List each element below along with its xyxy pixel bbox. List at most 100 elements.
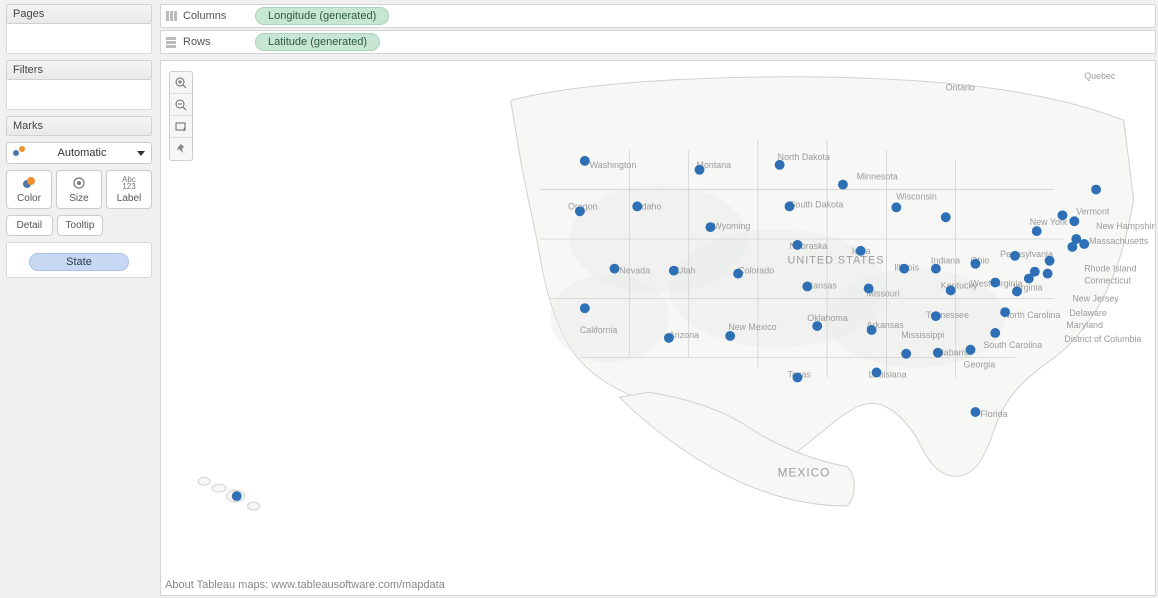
state-pill[interactable]: State	[29, 253, 129, 271]
data-point[interactable]	[946, 285, 956, 295]
data-point[interactable]	[725, 331, 735, 341]
data-point[interactable]	[891, 202, 901, 212]
map-label: New Hampshire	[1096, 221, 1155, 231]
data-point[interactable]	[610, 264, 620, 274]
data-point[interactable]	[990, 328, 1000, 338]
filters-body[interactable]	[6, 80, 152, 110]
map-label: Massachusetts	[1089, 236, 1149, 246]
columns-shelf[interactable]: Columns Longitude (generated)	[160, 4, 1156, 28]
map-attribution[interactable]: About Tableau maps: www.tableausoftware.…	[165, 579, 445, 591]
columns-icon	[165, 10, 177, 22]
data-point[interactable]	[733, 269, 743, 279]
marks-type-label: Automatic	[58, 147, 107, 159]
data-point[interactable]	[802, 282, 812, 292]
size-button[interactable]: Size	[56, 170, 102, 209]
data-point[interactable]	[970, 407, 980, 417]
data-point[interactable]	[812, 321, 822, 331]
map-label: Delaware	[1069, 308, 1107, 318]
columns-label: Columns	[183, 10, 226, 22]
data-point[interactable]	[864, 284, 874, 294]
data-point[interactable]	[632, 201, 642, 211]
data-point[interactable]	[232, 491, 242, 501]
marks-type-select[interactable]: Automatic	[6, 142, 152, 164]
data-point[interactable]	[899, 264, 909, 274]
detail-label: Detail	[17, 220, 43, 231]
rows-pill[interactable]: Latitude (generated)	[255, 33, 380, 51]
data-point[interactable]	[792, 373, 802, 383]
pages-panel[interactable]: Pages	[6, 4, 152, 54]
rows-icon	[165, 36, 177, 48]
data-point[interactable]	[705, 222, 715, 232]
data-point[interactable]	[1010, 251, 1020, 261]
data-point[interactable]	[1012, 286, 1022, 296]
data-point[interactable]	[838, 180, 848, 190]
marks-panel: Marks Automatic Color Size	[6, 116, 152, 278]
dropdown-caret-icon	[137, 151, 145, 156]
data-point[interactable]	[1079, 239, 1089, 249]
data-point[interactable]	[970, 259, 980, 269]
marks-detail-well[interactable]: State	[6, 242, 152, 278]
pin-button[interactable]	[170, 138, 192, 160]
marks-header: Marks	[6, 116, 152, 136]
data-point[interactable]	[1045, 256, 1055, 266]
data-point[interactable]	[1058, 210, 1068, 220]
data-point[interactable]	[856, 246, 866, 256]
data-point[interactable]	[575, 206, 585, 216]
data-point[interactable]	[931, 311, 941, 321]
data-point[interactable]	[785, 201, 795, 211]
map-canvas[interactable]: UNITED STATES MEXICO WashingtonMontanaNo…	[161, 61, 1155, 595]
zoom-in-button[interactable]	[170, 72, 192, 94]
data-point[interactable]	[990, 278, 1000, 288]
map-label: Rhode Island	[1084, 264, 1136, 274]
shelves: Columns Longitude (generated) Rows Latit…	[158, 0, 1158, 60]
pages-body[interactable]	[6, 24, 152, 54]
hawaii-land	[198, 477, 259, 510]
map-label: Ontario	[946, 83, 975, 93]
tooltip-label: Tooltip	[66, 220, 95, 231]
data-point[interactable]	[695, 165, 705, 175]
data-point[interactable]	[941, 212, 951, 222]
data-point[interactable]	[775, 160, 785, 170]
map-label: District of Columbia	[1064, 334, 1141, 344]
data-point[interactable]	[901, 349, 911, 359]
map-label: Minnesota	[857, 172, 898, 182]
data-point[interactable]	[966, 345, 976, 355]
data-point[interactable]	[867, 325, 877, 335]
rect-select-button[interactable]: +	[170, 116, 192, 138]
data-point[interactable]	[1024, 274, 1034, 284]
map-area[interactable]: +	[160, 60, 1156, 596]
data-point[interactable]	[1067, 242, 1077, 252]
map-label: Mississippi	[901, 330, 944, 340]
map-label: New Jersey	[1072, 293, 1119, 303]
map-label: Florida	[980, 409, 1007, 419]
data-point[interactable]	[1043, 269, 1053, 279]
map-label: Utah	[677, 266, 696, 276]
pages-header: Pages	[6, 4, 152, 24]
label-button[interactable]: Abc123 Label	[106, 170, 152, 209]
terrain-blob	[550, 274, 669, 363]
color-button[interactable]: Color	[6, 170, 52, 209]
detail-button[interactable]: Detail	[6, 215, 53, 236]
tooltip-button[interactable]: Tooltip	[57, 215, 104, 236]
data-point[interactable]	[1000, 307, 1010, 317]
filters-panel[interactable]: Filters	[6, 60, 152, 110]
rows-label-wrap: Rows	[165, 36, 255, 48]
data-point[interactable]	[1091, 185, 1101, 195]
data-point[interactable]	[933, 348, 943, 358]
columns-pill[interactable]: Longitude (generated)	[255, 7, 389, 25]
data-point[interactable]	[1032, 226, 1042, 236]
map-label: North Dakota	[778, 152, 830, 162]
data-point[interactable]	[792, 240, 802, 250]
sidebar: Pages Filters Marks Automatic Color	[0, 0, 158, 598]
map-label: Vermont	[1076, 206, 1110, 216]
data-point[interactable]	[669, 266, 679, 276]
map-toolbar: +	[169, 71, 193, 161]
data-point[interactable]	[664, 333, 674, 343]
data-point[interactable]	[580, 156, 590, 166]
data-point[interactable]	[580, 303, 590, 313]
zoom-out-button[interactable]	[170, 94, 192, 116]
data-point[interactable]	[872, 368, 882, 378]
data-point[interactable]	[1069, 216, 1079, 226]
rows-shelf[interactable]: Rows Latitude (generated)	[160, 30, 1156, 54]
data-point[interactable]	[931, 264, 941, 274]
